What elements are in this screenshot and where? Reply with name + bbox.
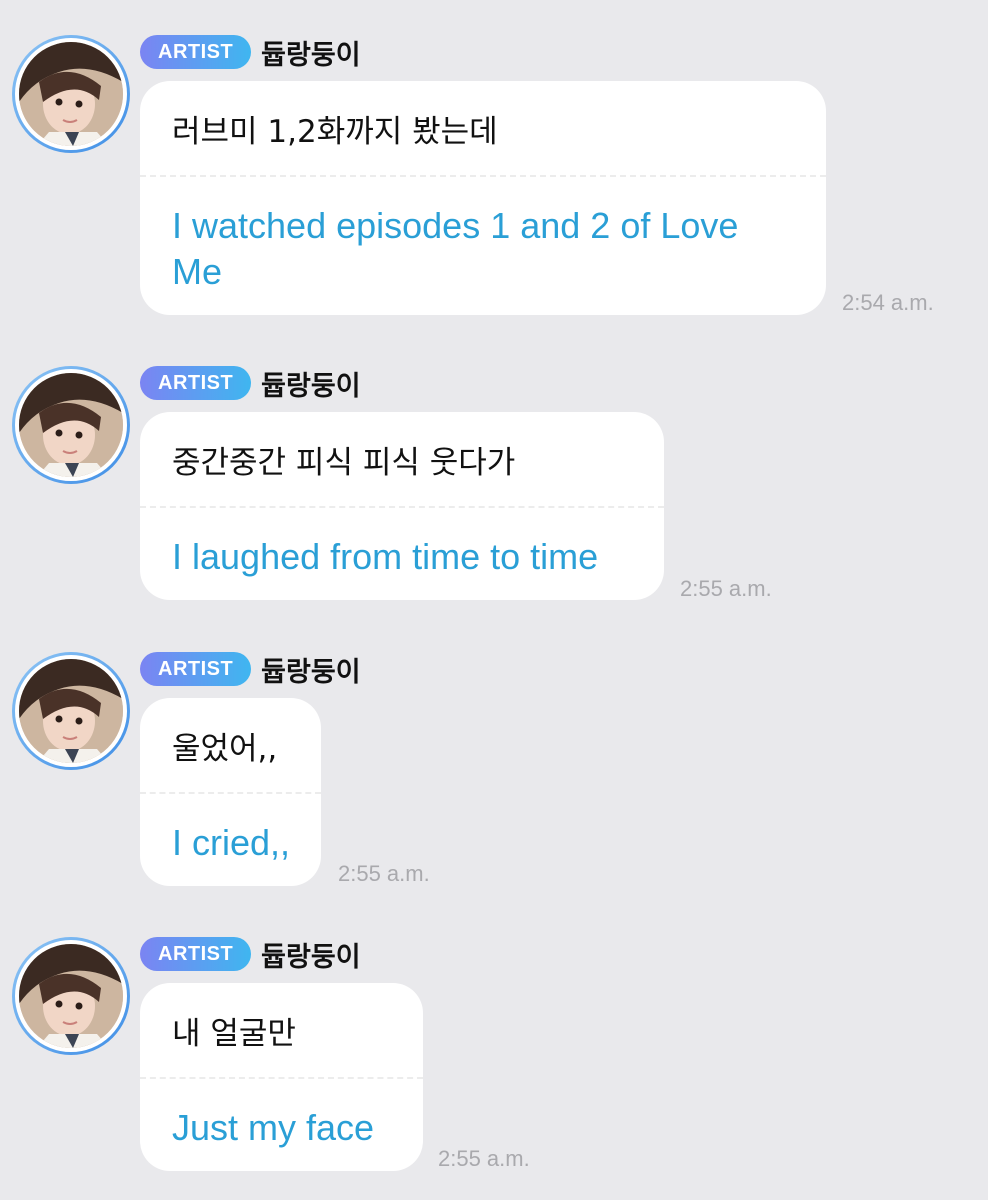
sender-name[interactable]: 듑랑둥이 xyxy=(261,33,360,72)
message-2: ARTIST 듑랑둥이 중간중간 피식 피식 웃다가 I laughed fro… xyxy=(0,364,988,604)
message-bubble[interactable]: 러브미 1,2화까지 봤는데 I watched episodes 1 and … xyxy=(140,81,826,315)
timestamp: 2:55 a.m. xyxy=(438,1146,530,1171)
avatar-photo xyxy=(15,38,127,150)
translation-text: I laughed from time to time xyxy=(172,536,599,577)
avatar-photo xyxy=(15,655,127,767)
translation-text: I watched episodes 1 and 2 of Love Me xyxy=(172,205,739,292)
original-text: 내 얼굴만 xyxy=(172,1015,296,1052)
sender-name[interactable]: 듑랑둥이 xyxy=(261,935,360,974)
sender-name[interactable]: 듑랑둥이 xyxy=(261,650,360,689)
message-1: ARTIST 듑랑둥이 러브미 1,2화까지 봤는데 I watched epi… xyxy=(0,33,988,323)
artist-badge: ARTIST xyxy=(140,366,252,400)
message-4: ARTIST 듑랑둥이 내 얼굴만 Just my face 2:55 a.m. xyxy=(0,935,988,1175)
original-text: 중간중간 피식 피식 웃다가 xyxy=(172,444,516,481)
avatar[interactable] xyxy=(12,937,130,1055)
avatar[interactable] xyxy=(12,366,130,484)
timestamp: 2:55 a.m. xyxy=(680,576,772,601)
message-header: ARTIST 듑랑둥이 xyxy=(140,364,361,402)
message-bubble[interactable]: 중간중간 피식 피식 웃다가 I laughed from time to ti… xyxy=(140,412,664,600)
artist-badge: ARTIST xyxy=(140,652,252,686)
translation-text: Just my face xyxy=(172,1107,375,1148)
translation-text: I cried,, xyxy=(172,822,291,863)
timestamp: 2:55 a.m. xyxy=(338,861,430,886)
message-bubble[interactable]: 울었어,, I cried,, xyxy=(140,698,321,886)
avatar-photo xyxy=(15,940,127,1052)
message-header: ARTIST 듑랑둥이 xyxy=(140,650,361,688)
avatar-photo xyxy=(15,369,127,481)
sender-name[interactable]: 듑랑둥이 xyxy=(261,364,360,403)
avatar[interactable] xyxy=(12,35,130,153)
artist-badge: ARTIST xyxy=(140,35,252,69)
original-text: 러브미 1,2화까지 봤는데 xyxy=(172,113,498,150)
message-header: ARTIST 듑랑둥이 xyxy=(140,935,361,973)
message-bubble[interactable]: 내 얼굴만 Just my face xyxy=(140,983,423,1171)
original-text: 울었어,, xyxy=(172,730,278,767)
message-3: ARTIST 듑랑둥이 울었어,, I cried,, 2:55 a.m. xyxy=(0,650,988,890)
avatar[interactable] xyxy=(12,652,130,770)
artist-badge: ARTIST xyxy=(140,937,252,971)
timestamp: 2:54 a.m. xyxy=(842,290,934,315)
message-header: ARTIST 듑랑둥이 xyxy=(140,33,361,71)
